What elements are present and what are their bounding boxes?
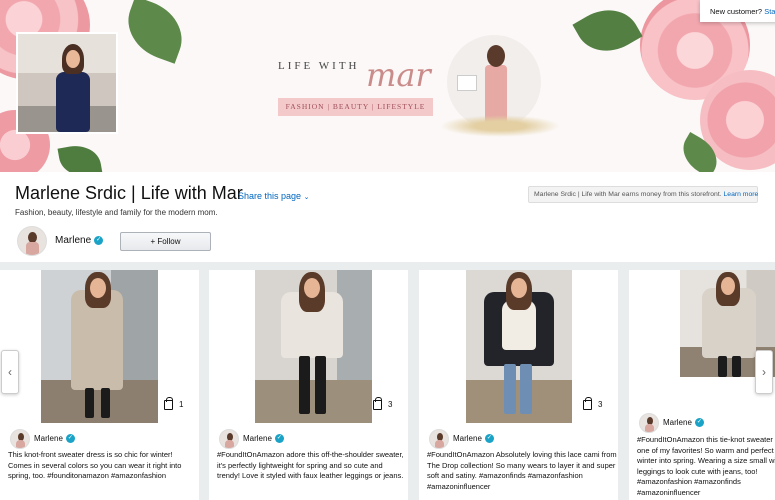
verified-badge-icon: ✓ [94, 235, 104, 245]
earnings-text: Marlene Srdic | Life with Mar earns mone… [534, 191, 722, 198]
logo-script: mar [366, 56, 431, 94]
earnings-disclosure: Marlene Srdic | Life with Mar earns mone… [528, 186, 758, 203]
avatar[interactable] [17, 226, 47, 256]
author-name: Marlene [663, 418, 692, 427]
new-customer-popover: New customer? Start [700, 0, 775, 22]
product-count[interactable]: 3 [583, 397, 603, 410]
post-feed: 1 Marlene ✓ This knot-front sweater dress… [0, 262, 775, 500]
glitter-decoration [440, 115, 560, 137]
shopping-bag-icon [583, 397, 592, 410]
post-caption: #FoundItOnAmazon Absolutely loving this … [427, 450, 617, 491]
post-card[interactable]: 3 Marlene ✓ #FoundItOnAmazon Absolutely l… [419, 270, 618, 500]
product-count-value: 3 [598, 400, 603, 410]
follow-button[interactable]: + Follow [120, 232, 211, 251]
verified-badge-icon: ✓ [484, 434, 494, 444]
post-photo[interactable] [41, 270, 158, 423]
post-card[interactable]: 1 Marlene ✓ This knot-front sweater dress… [0, 270, 199, 500]
chevron-down-icon: ⌄ [303, 194, 310, 201]
shopping-bag-icon [373, 397, 382, 410]
post-caption: This knot-front sweater dress is so chic… [8, 450, 182, 480]
product-count-value: 1 [179, 400, 184, 410]
store-description: Fashion, beauty, lifestyle and family fo… [15, 208, 218, 217]
verified-badge-icon: ✓ [65, 434, 75, 444]
logo-tagline: FASHION | BEAUTY | LIFESTYLE [285, 102, 426, 111]
store-banner: LIFE WITH mar FASHION | BEAUTY | LIFESTY… [0, 0, 775, 172]
verified-badge-icon: ✓ [694, 418, 704, 428]
avatar [10, 429, 30, 449]
post-card[interactable]: 3 Marlene ✓ #FoundItOnAmazon adore this o… [209, 270, 408, 500]
share-page-link[interactable]: Share this page ⌄ [238, 191, 309, 201]
product-count[interactable]: 3 [373, 397, 393, 410]
chevron-left-icon: ‹ [8, 365, 12, 379]
author-name: Marlene [34, 434, 63, 443]
share-label: Share this page [238, 191, 302, 201]
author-name: Marlene [453, 434, 482, 443]
leaf-decoration [572, 0, 643, 64]
post-caption: #FoundItOnAmazon this tie-knot sweater i… [637, 435, 775, 497]
influencer-name[interactable]: Marlene ✓ [55, 235, 104, 246]
author-name: Marlene [243, 434, 272, 443]
avatar [429, 429, 449, 449]
verified-badge-icon: ✓ [274, 434, 284, 444]
shopping-bag-icon [164, 397, 173, 410]
new-customer-text: New customer? [710, 7, 763, 16]
profile-photo [16, 32, 118, 134]
brand-logo: LIFE WITH mar FASHION | BEAUTY | LIFESTY… [278, 56, 448, 116]
product-count-value: 3 [388, 400, 393, 410]
storefront-page: LIFE WITH mar FASHION | BEAUTY | LIFESTY… [0, 0, 775, 500]
post-caption: #FoundItOnAmazon adore this off-the-shou… [217, 450, 404, 480]
post-card[interactable]: Marlene ✓ #FoundItOnAmazon this tie-knot … [629, 270, 775, 500]
leaf-decoration [118, 0, 192, 64]
chevron-right-icon: › [762, 365, 766, 379]
avatar [639, 413, 659, 433]
carousel-prev-button[interactable]: ‹ [1, 350, 19, 394]
start-here-link[interactable]: Start [764, 7, 775, 16]
post-photo[interactable] [466, 270, 572, 423]
learn-more-link[interactable]: Learn more [724, 191, 759, 198]
avatar [219, 429, 239, 449]
carousel-next-button[interactable]: › [755, 350, 773, 394]
leaf-decoration [57, 141, 103, 172]
post-photo[interactable] [255, 270, 372, 423]
store-title: Marlene Srdic | Life with Mar [15, 183, 243, 203]
product-count[interactable]: 1 [164, 397, 184, 410]
influencer-name-label: Marlene [55, 235, 92, 246]
